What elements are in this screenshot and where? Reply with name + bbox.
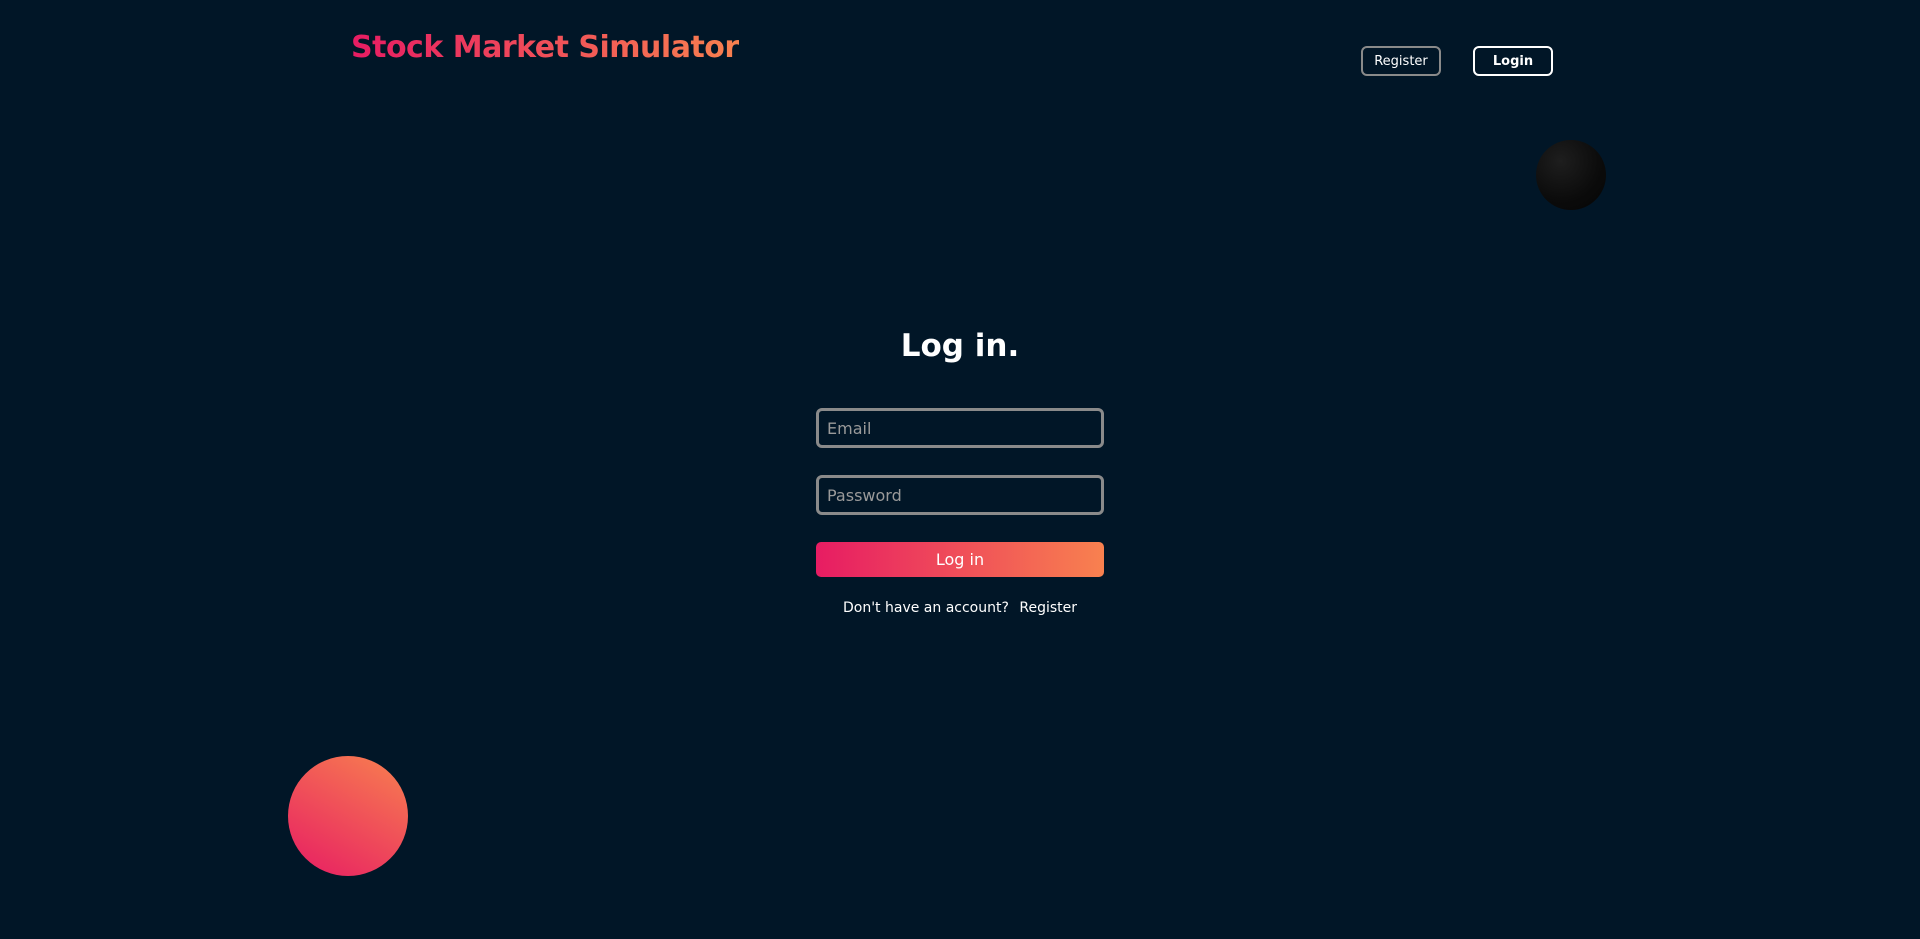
- login-submit-button[interactable]: Log in: [816, 542, 1104, 577]
- nav-register-button[interactable]: Register: [1361, 46, 1441, 76]
- email-field[interactable]: [816, 408, 1104, 448]
- register-link[interactable]: Register: [1019, 600, 1077, 616]
- login-page: Stock Market Simulator Register Login Lo…: [0, 0, 1920, 939]
- register-prompt: Don't have an account? Register: [0, 600, 1920, 616]
- app-logo-title[interactable]: Stock Market Simulator: [351, 30, 739, 65]
- nav-login-button[interactable]: Login: [1473, 46, 1553, 76]
- decorative-gradient-circle: [288, 756, 408, 876]
- page-title: Log in.: [900, 328, 1020, 364]
- decorative-dark-circle: [1536, 140, 1606, 210]
- password-field[interactable]: [816, 475, 1104, 515]
- register-prompt-text: Don't have an account?: [842, 600, 1009, 616]
